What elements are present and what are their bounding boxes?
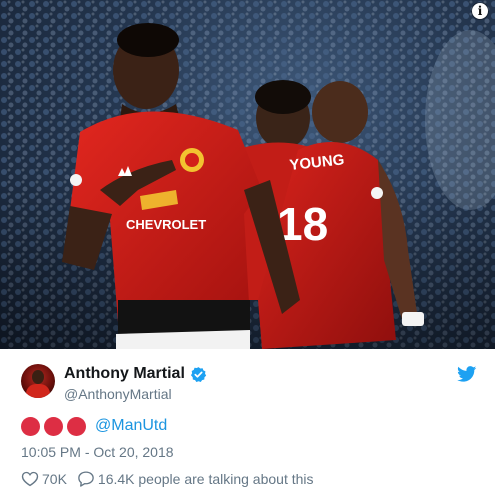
match-photo: YOUNG 18 CHEVROLET [0, 0, 495, 349]
info-icon[interactable]: i [472, 3, 488, 19]
red-circle-emoji-icon [44, 416, 63, 436]
tweet-timestamp[interactable]: 10:05 PM - Oct 20, 2018 [21, 444, 174, 460]
red-circle-emoji-icon [67, 416, 86, 436]
conversation-link[interactable]: 16.4K people are talking about this [77, 470, 314, 487]
mention-link[interactable]: @ManUtd [95, 417, 167, 435]
jersey-sponsor: CHEVROLET [126, 217, 206, 232]
tweet-text: @ManUtd [21, 415, 167, 437]
like-count: 70K [42, 470, 67, 487]
twitter-bird-icon[interactable] [457, 366, 477, 382]
author-name-row[interactable]: Anthony Martial [64, 365, 207, 383]
like-button[interactable]: 70K [21, 470, 67, 487]
tweet-media-photo[interactable]: YOUNG 18 CHEVROLET i [0, 0, 495, 349]
reply-bubble-icon [78, 471, 94, 487]
red-circle-emoji-icon [21, 416, 40, 436]
author-handle[interactable]: @AnthonyMartial [64, 386, 172, 402]
tweet-card[interactable]: Anthony Martial @AnthonyMartial @ManUtd … [0, 349, 495, 499]
talking-count: 16.4K people are talking about this [97, 470, 314, 487]
avatar[interactable] [21, 364, 55, 398]
tweet-actions: 70K 16.4K people are talking about this [21, 470, 314, 487]
author-name[interactable]: Anthony Martial [64, 365, 185, 383]
heart-icon [21, 471, 39, 487]
verified-badge-icon [190, 366, 207, 382]
